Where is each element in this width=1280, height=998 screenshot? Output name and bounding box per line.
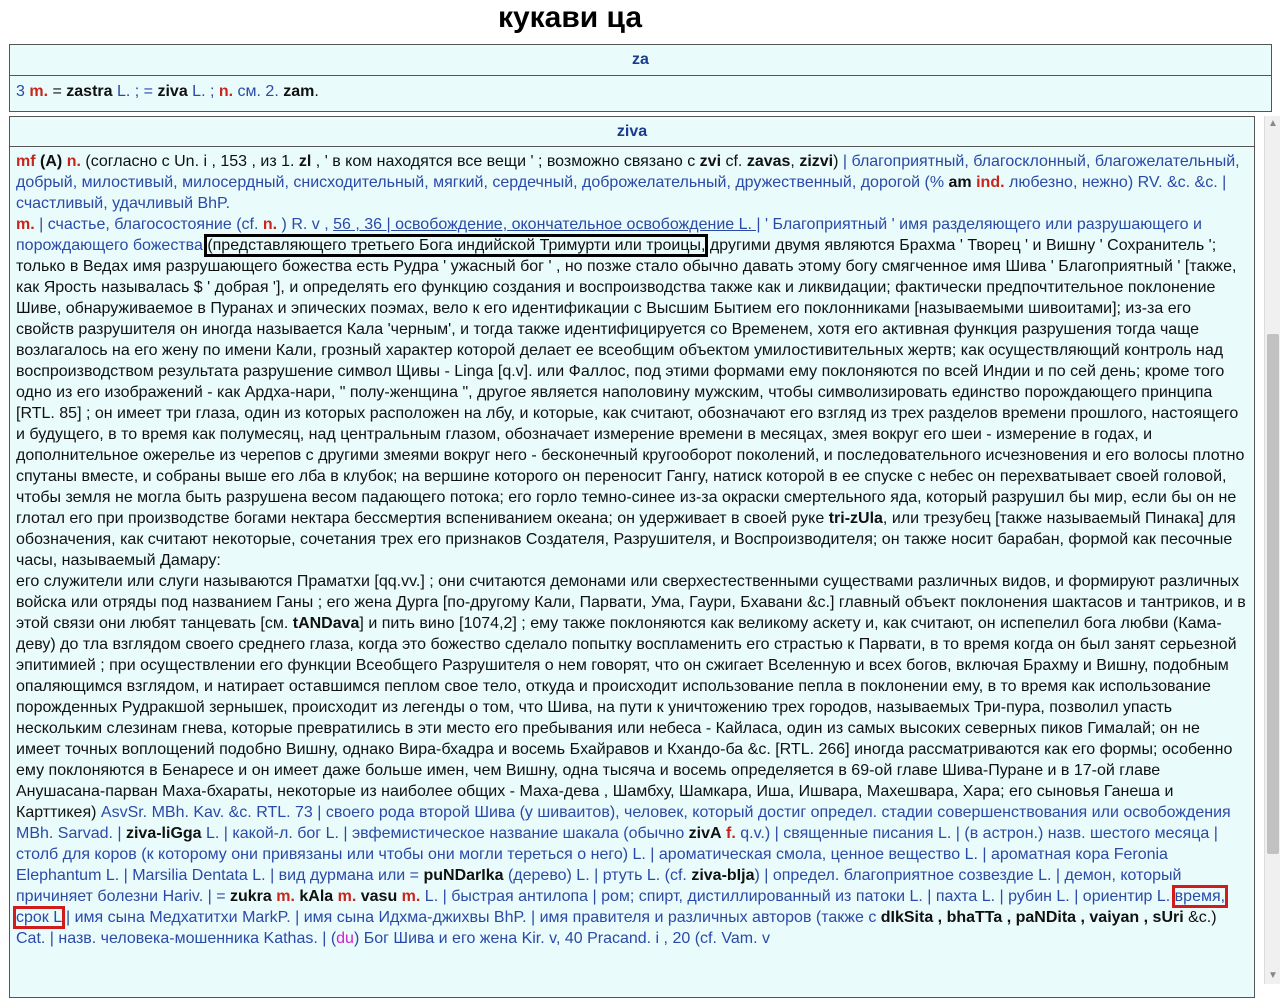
source-ref: ) R. v , — [281, 216, 329, 233]
etymology-text: (согласно с Un. i , 153 , из 1. — [85, 153, 295, 170]
root-zvi[interactable]: zvi — [700, 153, 721, 170]
description-text: ] и пить вино [1074,2] ; ему также покло… — [16, 615, 1237, 821]
entry-za: za 3 m. = zastra L. ; = ziva L. ; n. см.… — [9, 44, 1272, 112]
sense-number: 3 — [16, 83, 25, 100]
word-trizula[interactable]: tri-zUla — [829, 510, 883, 527]
sense-masculine: m. | счастье, благосостояние (cf. n. ) R… — [12, 214, 1248, 949]
meanings-text: L. | быстрая антилопа | ром; спирт, дист… — [424, 888, 1171, 905]
sense-adjective: mf (A) n. (согласно с Un. i , 153 , из 1… — [16, 151, 1248, 214]
paren-close: ) — [833, 153, 839, 170]
gender-a: (A) — [40, 153, 63, 170]
meanings-text: | счастье, благосостояние (cf. — [39, 216, 259, 233]
gender-neut: n. — [218, 83, 234, 100]
highlight-black-box: (представляющего третьего Бога индийской… — [204, 234, 709, 257]
period: . — [314, 83, 319, 100]
word-ziva-linga[interactable]: ziva-liGga — [126, 825, 202, 842]
gender-m: m. — [401, 888, 421, 905]
entry-za-body: 3 m. = zastra L. ; = ziva L. ; n. см. 2.… — [10, 76, 1271, 108]
word-kala[interactable]: kAla — [299, 888, 333, 905]
scroll-down-icon[interactable]: ▼ — [1265, 968, 1280, 984]
word-am[interactable]: am — [949, 174, 972, 191]
source-ref: L. ; = — [116, 83, 154, 100]
entry-ziva-body: mf (A) n. (согласно с Un. i , 153 , из 1… — [10, 147, 1254, 949]
headword-ziva[interactable]: ziva — [10, 117, 1254, 147]
word-zavas[interactable]: zavas — [747, 153, 791, 170]
meanings-text: ) Бог Шива и его жена Kir. v, 40 Pracand… — [353, 930, 770, 947]
entry-ziva: ziva mf (A) n. (согласно с Un. i , 153 ,… — [9, 116, 1255, 998]
gender-n: n. — [66, 153, 81, 170]
meanings-text: L. | какой-л. бог L. | эвфемистическое н… — [206, 825, 685, 842]
scroll-thumb[interactable] — [1267, 334, 1279, 854]
source-ref: L. ; — [192, 83, 215, 100]
word-pundarika[interactable]: puNDarIka — [423, 867, 503, 884]
meanings-text: любезно, нежно) — [1009, 174, 1134, 191]
word-list-bold: dIkSita , bhaTTa , paNDita , vaiyan , sU… — [880, 909, 1184, 926]
gender-ind: ind. — [976, 174, 1005, 191]
gender-masc: m. — [29, 83, 49, 100]
description-text: &c.) — [1188, 909, 1217, 926]
word-zizvi[interactable]: zizvi — [799, 153, 833, 170]
meanings-text: | имя сына Медхатитхи MarkP. | имя сына … — [66, 909, 877, 926]
scroll-up-icon[interactable]: ▲ — [1265, 116, 1280, 132]
word-zukra[interactable]: zukra — [230, 888, 272, 905]
word-vasu[interactable]: vasu — [361, 888, 397, 905]
word-zastra[interactable]: zastra — [66, 83, 112, 100]
meanings-text: Cat. | назв. человека-мошенника Kathas. … — [16, 930, 337, 947]
word-zam[interactable]: zam — [283, 83, 314, 100]
gender-m: m. — [337, 888, 357, 905]
etymology-text: , ' в ком находятся все вещи ' ; возможн… — [315, 153, 696, 170]
vertical-scrollbar[interactable]: ▲ ▼ — [1264, 116, 1280, 984]
word-tandava[interactable]: tANDava — [293, 615, 360, 632]
equals-sign: = — [52, 83, 62, 100]
link-liberation[interactable]: 56 , 36 | освобождение, окончательное ос… — [333, 216, 760, 233]
description-text: другими двумя являются Брахма ' Творец '… — [16, 237, 1245, 527]
number-du: du — [336, 930, 354, 947]
headword-za[interactable]: za — [10, 45, 1271, 76]
gender-mf: mf — [16, 153, 36, 170]
cf-text: cf. — [725, 153, 743, 170]
word-ziva-bija[interactable]: ziva-bIja — [691, 867, 754, 884]
gender-m: m. — [276, 888, 295, 905]
gender-m: m. — [16, 216, 35, 233]
word-ziva[interactable]: ziva — [157, 83, 187, 100]
meanings-text: (дерево) L. | ртуть L. (cf. — [507, 867, 687, 884]
gender-n: n. — [262, 216, 278, 233]
page-title: кукави ца — [497, 1, 643, 34]
word-zivA[interactable]: zivA — [689, 825, 722, 842]
gender-f: f. — [726, 825, 736, 842]
root-zl[interactable]: zl — [299, 153, 311, 170]
comma: , — [790, 153, 795, 170]
see-also: см. 2. — [237, 83, 279, 100]
